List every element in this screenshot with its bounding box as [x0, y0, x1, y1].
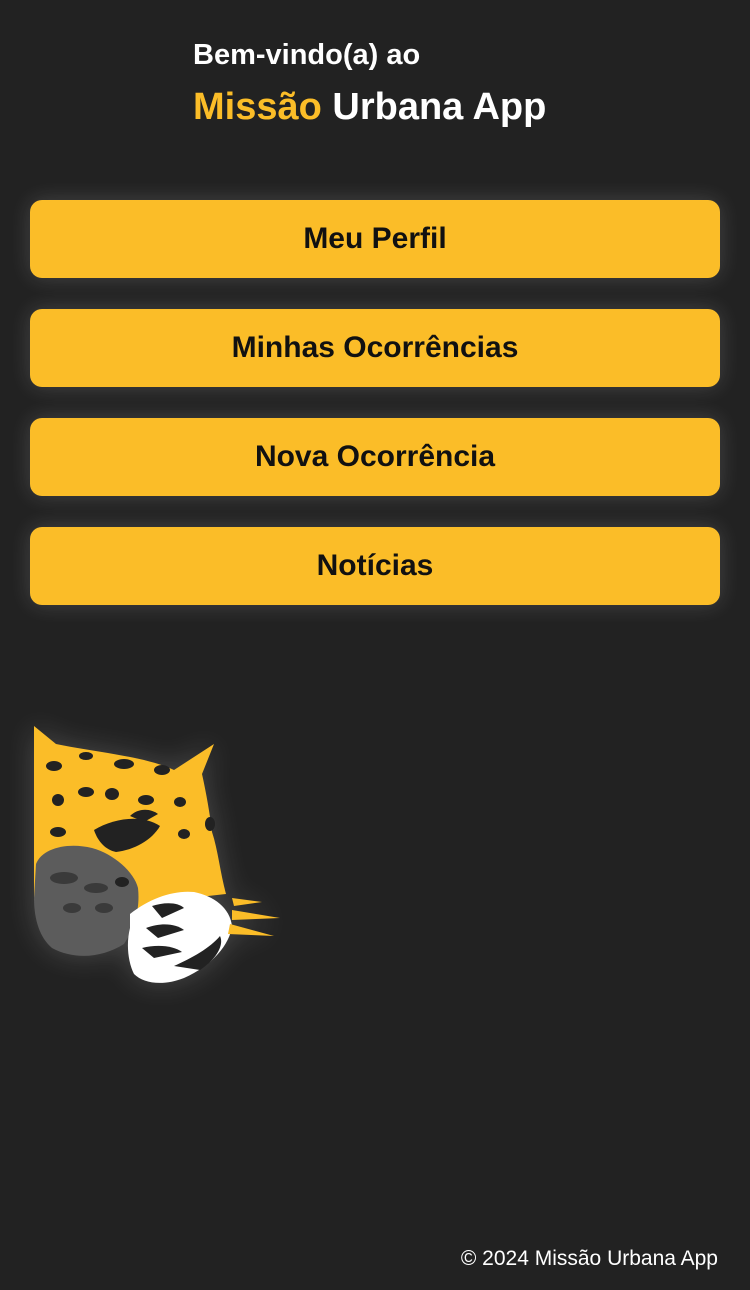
app-title-rest: Urbana App — [321, 86, 547, 128]
welcome-text: Bem-vindo(a) ao — [193, 39, 421, 71]
header: Bem-vindo(a) ao Missão Urbana App — [193, 36, 546, 130]
footer-copyright: © 2024 Missão Urbana App — [460, 1247, 718, 1270]
noticias-button[interactable]: Notícias — [30, 527, 720, 605]
meu-perfil-button[interactable]: Meu Perfil — [30, 200, 720, 278]
app-title: Missão Urbana App — [193, 84, 546, 130]
jaguar-head-icon — [34, 726, 280, 983]
main-menu: Meu Perfil Minhas Ocorrências Nova Ocorr… — [30, 200, 720, 636]
minhas-ocorrencias-button[interactable]: Minhas Ocorrências — [30, 309, 720, 387]
nova-ocorrencia-button[interactable]: Nova Ocorrência — [30, 418, 720, 496]
app-title-accent: Missão — [193, 86, 322, 128]
home-screen: Bem-vindo(a) ao Missão Urbana App Meu Pe… — [0, 0, 750, 1290]
